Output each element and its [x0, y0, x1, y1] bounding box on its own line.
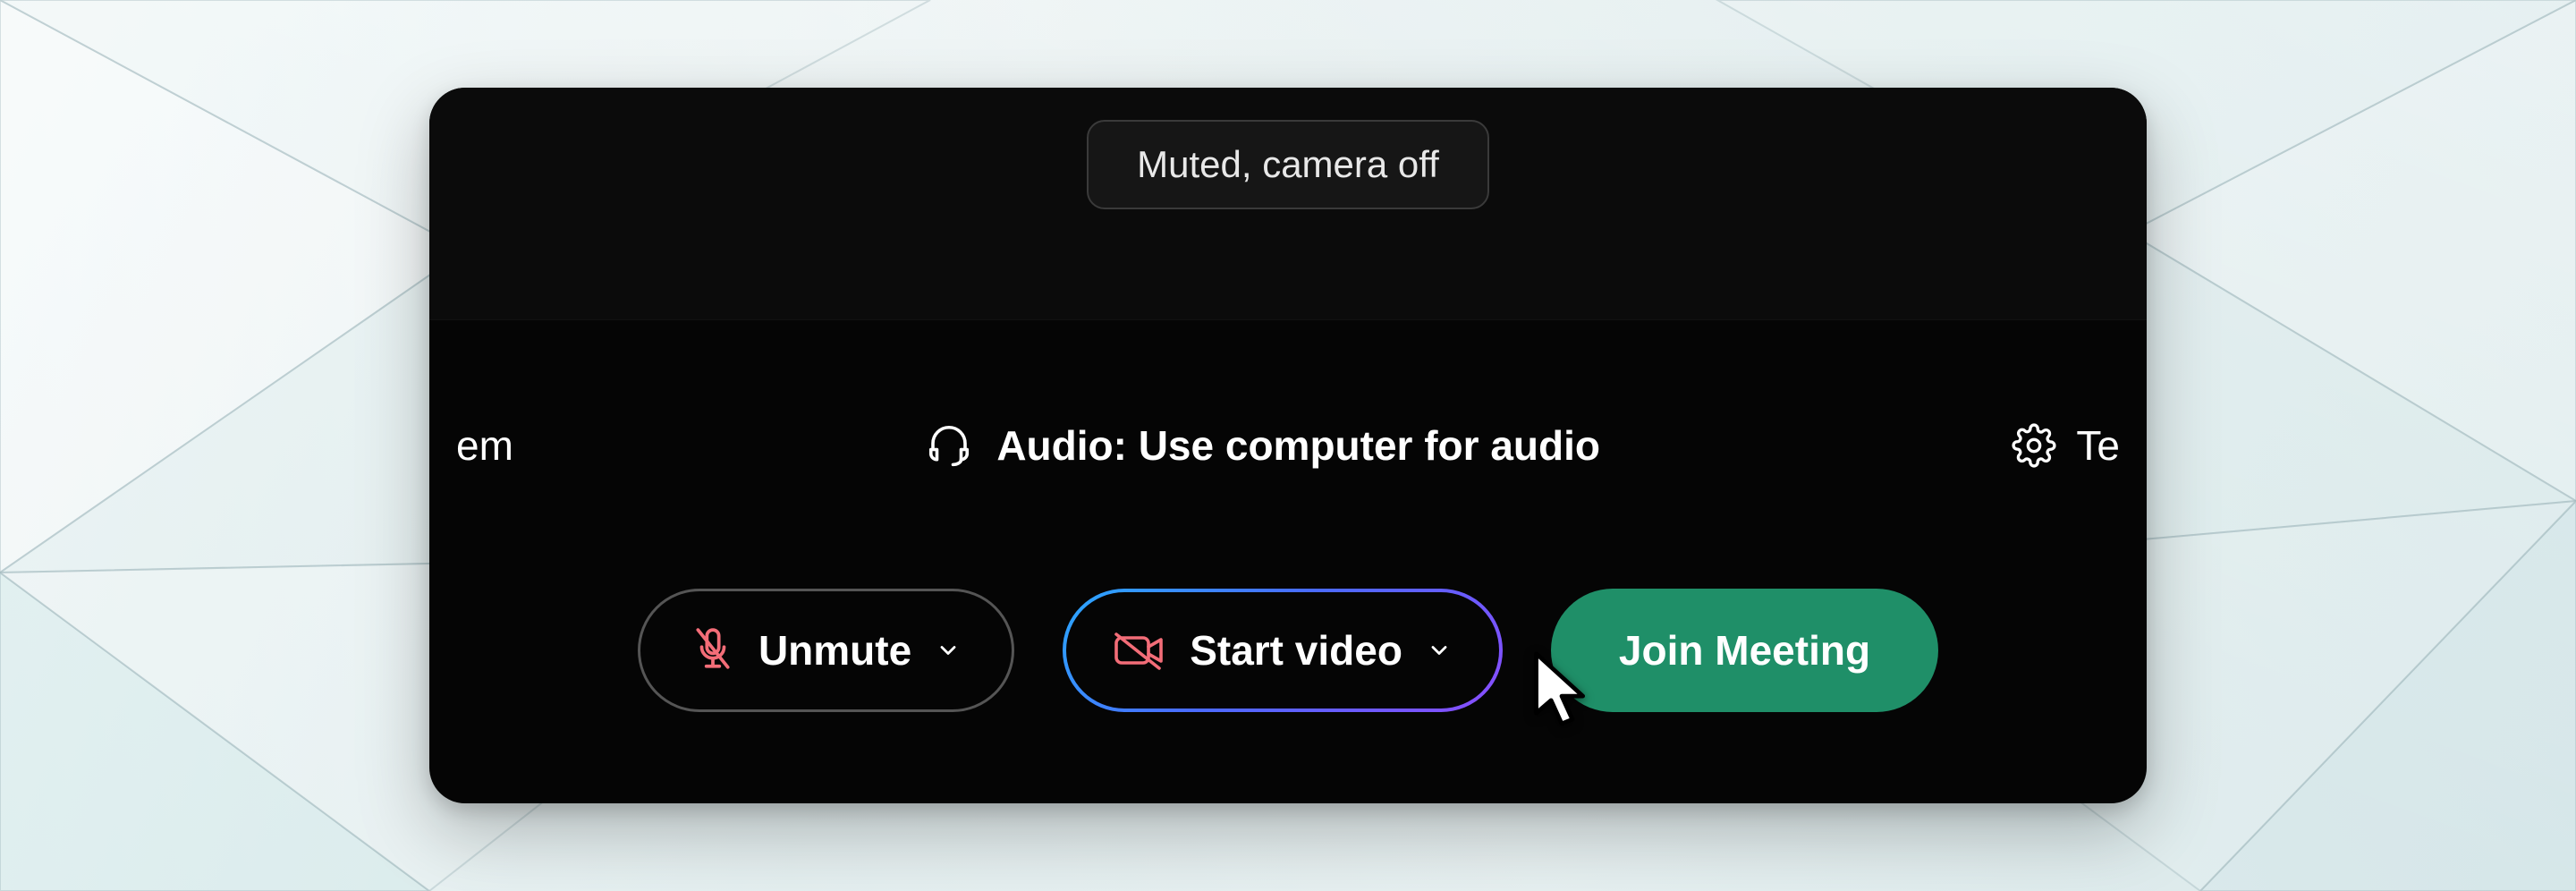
chevron-down-icon[interactable] [935, 637, 962, 664]
status-label: Muted, camera off [1137, 143, 1439, 185]
join-label: Join Meeting [1619, 626, 1870, 675]
unmute-label: Unmute [758, 626, 911, 675]
mic-off-icon [691, 625, 735, 675]
audio-settings-row: em Audio: Use computer for audio Te [429, 392, 2147, 499]
start-video-button[interactable]: Start video [1063, 589, 1503, 712]
right-fragment-text: Te [2076, 421, 2120, 470]
headset-icon [925, 421, 973, 470]
status-tooltip: Muted, camera off [1087, 120, 1489, 209]
audio-option-computer[interactable]: Audio: Use computer for audio [925, 421, 1600, 470]
control-button-row: Unmute Start video [429, 589, 2147, 712]
left-fragment-text: em [456, 421, 513, 470]
gear-icon [2012, 423, 2056, 468]
status-area: Muted, camera off [429, 88, 2147, 320]
join-meeting-button[interactable]: Join Meeting [1551, 589, 1938, 712]
right-truncated-option[interactable]: Te [2012, 421, 2120, 470]
left-truncated-option[interactable]: em [456, 421, 513, 470]
chevron-down-icon[interactable] [1426, 637, 1453, 664]
start-video-label: Start video [1190, 626, 1402, 675]
prejoin-panel: Muted, camera off em Audio: Use computer… [429, 88, 2147, 803]
audio-center-label: Audio: Use computer for audio [996, 421, 1600, 470]
unmute-button[interactable]: Unmute [638, 589, 1014, 712]
camera-off-icon [1113, 629, 1166, 672]
